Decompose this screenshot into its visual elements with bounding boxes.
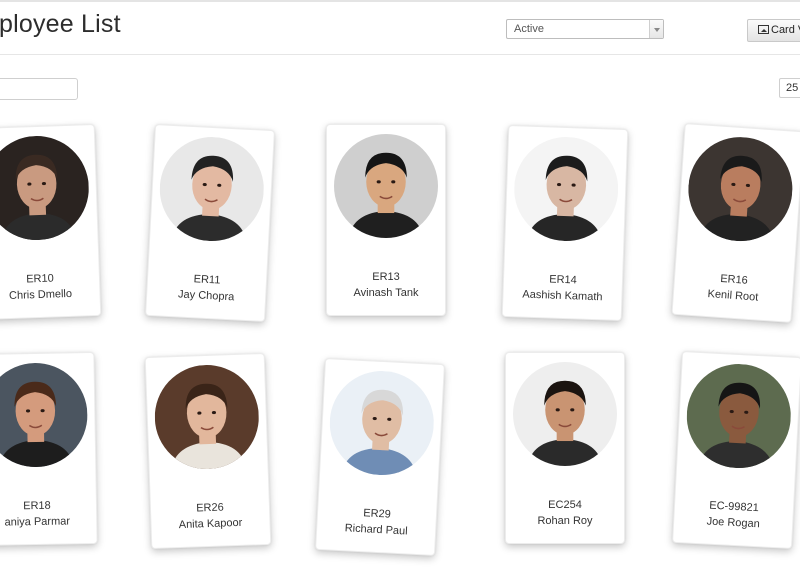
employee-card[interactable]: EC-99821 Joe Rogan: [672, 350, 800, 550]
employee-avatar: [0, 134, 91, 242]
employee-avatar: [153, 363, 261, 471]
portrait-photo: [0, 134, 91, 242]
employee-code: ER18: [23, 499, 51, 513]
employee-name: Chris Dmello: [8, 287, 73, 303]
employee-avatar: [0, 362, 89, 468]
employee-card[interactable]: ER18 aniya Parmar: [0, 351, 98, 547]
employee-name: Anita Kapoor: [178, 516, 243, 532]
employee-card[interactable]: ER11 Jay Chopra: [145, 123, 275, 323]
employee-card[interactable]: ER16 Kenil Root: [671, 123, 800, 323]
employee-code: EC-99821: [708, 499, 760, 515]
portrait-photo: [157, 134, 267, 244]
employee-card[interactable]: EC254 Rohan Roy: [505, 352, 625, 544]
employee-code: ER14: [549, 273, 577, 287]
status-filter-value: Active: [514, 23, 544, 35]
employee-code: EC254: [548, 499, 582, 511]
employee-avatar: [513, 362, 617, 466]
portrait-photo: [684, 133, 796, 245]
image-icon: [758, 25, 769, 34]
card-view-label: Card V: [771, 24, 800, 36]
employee-name: Richard Paul: [344, 522, 408, 538]
portrait-photo: [0, 362, 89, 468]
employee-avatar: [334, 134, 438, 238]
search-input[interactable]: [0, 78, 78, 100]
portrait-photo: [327, 368, 437, 478]
page-size-value: 25: [786, 82, 799, 94]
employee-name: Aashish Kamath: [522, 288, 603, 304]
employee-code: ER11: [193, 273, 221, 287]
employee-avatar: [157, 134, 267, 244]
employee-avatar: [327, 368, 437, 478]
card-view-button[interactable]: Card V: [747, 19, 800, 42]
employee-code: ER13: [372, 271, 400, 283]
page-size-select[interactable]: 25: [779, 78, 800, 98]
portrait-photo: [334, 134, 438, 238]
employee-name: aniya Parmar: [4, 515, 71, 529]
employee-card[interactable]: ER26 Anita Kapoor: [144, 352, 272, 550]
portrait-photo: [513, 362, 617, 466]
employee-code: ER10: [26, 272, 54, 286]
employee-avatar: [684, 361, 794, 471]
status-filter-select[interactable]: Active: [506, 19, 664, 39]
chevron-down-icon[interactable]: [649, 20, 663, 38]
employee-name: Rohan Roy: [537, 515, 593, 527]
employee-avatar: [684, 133, 796, 245]
portrait-photo: [684, 361, 794, 471]
employee-name: Avinash Tank: [353, 287, 419, 299]
portrait-photo: [153, 363, 261, 471]
employee-name: Joe Rogan: [706, 515, 761, 531]
employee-avatar: [512, 135, 620, 243]
employee-name: Jay Chopra: [177, 288, 235, 304]
portrait-photo: [512, 135, 620, 243]
employee-card[interactable]: ER10 Chris Dmello: [0, 123, 102, 321]
employee-code: ER26: [196, 501, 224, 515]
employee-card[interactable]: ER29 Richard Paul: [315, 357, 445, 557]
employee-card[interactable]: ER14 Aashish Kamath: [501, 124, 629, 322]
page-header: mployee List Active Card V: [0, 2, 800, 55]
employee-code: ER29: [362, 507, 392, 521]
page-title: mployee List: [0, 10, 121, 38]
employee-card[interactable]: ER13 Avinash Tank: [326, 124, 446, 316]
